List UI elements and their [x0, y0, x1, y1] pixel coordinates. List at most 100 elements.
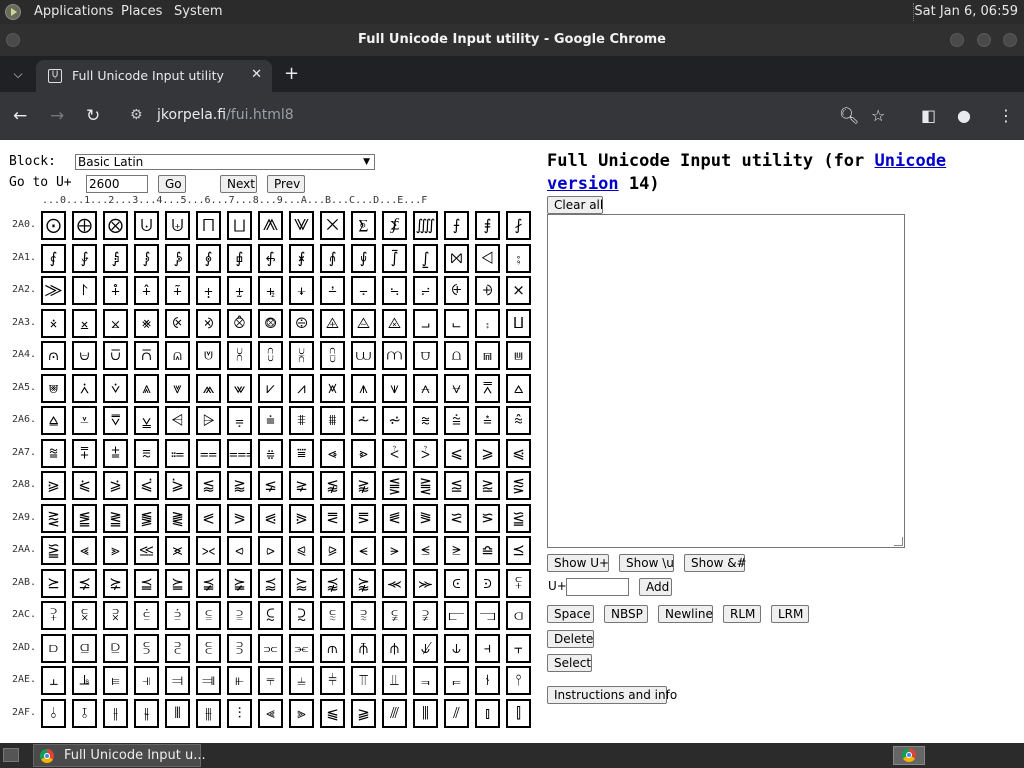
- char-cell[interactable]: ⫻: [382, 698, 407, 728]
- char-cell[interactable]: ⫚: [351, 633, 376, 663]
- char-cell[interactable]: ⫠: [41, 666, 66, 695]
- char-cell[interactable]: ⩚: [351, 373, 376, 403]
- char-cell[interactable]: ⩘: [289, 373, 314, 403]
- char-cell[interactable]: ⨁: [72, 211, 97, 240]
- char-cell[interactable]: ⪨: [289, 536, 314, 565]
- char-cell[interactable]: ⩃: [134, 341, 159, 370]
- char-cell[interactable]: ⨃: [134, 211, 159, 240]
- char-cell[interactable]: ⫸: [289, 698, 314, 728]
- char-cell[interactable]: ⫛: [382, 633, 407, 663]
- url-text[interactable]: jkorpela.fi/fui.html8: [157, 107, 294, 123]
- char-cell[interactable]: ⨂: [103, 211, 128, 240]
- char-cell[interactable]: ⨽: [444, 308, 469, 338]
- char-cell[interactable]: ⨜: [413, 243, 438, 273]
- char-cell[interactable]: ⪼: [413, 568, 438, 598]
- char-cell[interactable]: ⪍: [444, 471, 469, 500]
- char-cell[interactable]: ⫖: [227, 633, 252, 663]
- char-cell[interactable]: ⨩: [320, 276, 345, 305]
- char-cell[interactable]: ⩭: [444, 406, 469, 435]
- char-cell[interactable]: ⪉: [320, 471, 345, 500]
- char-cell[interactable]: ⨒: [103, 243, 128, 273]
- char-cell[interactable]: ⫃: [134, 601, 159, 630]
- char-cell[interactable]: ⫱: [72, 698, 97, 728]
- char-cell[interactable]: ⩮: [475, 406, 500, 435]
- char-cell[interactable]: ⫲: [103, 698, 128, 728]
- char-cell[interactable]: ⩐: [41, 373, 66, 403]
- char-cell[interactable]: ⫙: [320, 633, 345, 663]
- lrm-button[interactable]: LRM: [771, 605, 809, 623]
- char-cell[interactable]: ⨚: [351, 243, 376, 273]
- menu-applications[interactable]: Applications: [34, 4, 113, 19]
- char-cell[interactable]: ⫓: [134, 633, 159, 663]
- char-cell[interactable]: ⨓: [134, 243, 159, 273]
- char-cell[interactable]: ⪃: [134, 471, 159, 500]
- side-panel-icon[interactable]: ◧: [921, 106, 936, 126]
- char-cell[interactable]: ⩹: [320, 438, 345, 468]
- char-cell[interactable]: ⨥: [196, 276, 221, 305]
- instructions-button[interactable]: Instructions and info: [547, 686, 677, 704]
- char-cell[interactable]: ⨦: [227, 276, 252, 305]
- char-cell[interactable]: ⩺: [351, 438, 376, 468]
- back-arrow-icon[interactable]: ←: [13, 106, 27, 126]
- char-cell[interactable]: ⩅: [196, 341, 221, 370]
- char-cell[interactable]: ⩻: [382, 438, 407, 468]
- char-cell[interactable]: ⪒: [103, 503, 128, 533]
- char-cell[interactable]: ⫨: [289, 666, 314, 695]
- char-cell[interactable]: ⪘: [289, 503, 314, 533]
- char-cell[interactable]: ⫪: [351, 666, 376, 695]
- char-cell[interactable]: ⪁: [72, 471, 97, 500]
- show-uplus-button[interactable]: Show U+: [547, 554, 609, 572]
- char-cell[interactable]: ⨲: [103, 308, 128, 338]
- char-cell[interactable]: ⪂: [103, 471, 128, 500]
- char-cell[interactable]: ⨊: [351, 211, 376, 240]
- char-cell[interactable]: ⫵: [196, 698, 221, 728]
- nbsp-button[interactable]: NBSP: [604, 605, 648, 623]
- char-cell[interactable]: ⩑: [72, 373, 97, 403]
- char-cell[interactable]: ⨱: [72, 308, 97, 338]
- char-cell[interactable]: ⩪: [351, 406, 376, 435]
- tab-active[interactable]: Ụ Full Unicode Input utility ✕: [36, 60, 272, 92]
- tune-icon[interactable]: ⚙: [130, 107, 143, 123]
- maximize-button[interactable]: [977, 33, 991, 47]
- char-cell[interactable]: ⪫: [382, 536, 407, 565]
- char-cell[interactable]: ⫹: [320, 698, 345, 728]
- char-cell[interactable]: ⨺: [351, 308, 376, 338]
- char-cell[interactable]: ⨠: [41, 276, 66, 305]
- char-cell[interactable]: ⨏: [506, 211, 531, 240]
- menu-system[interactable]: System: [174, 4, 222, 19]
- char-cell[interactable]: ⪿: [506, 568, 531, 598]
- char-cell[interactable]: ⪟: [506, 503, 531, 533]
- char-cell[interactable]: ⨪: [351, 276, 376, 305]
- char-cell[interactable]: ⫝: [444, 633, 469, 663]
- char-cell[interactable]: ⨇: [258, 211, 283, 240]
- char-cell[interactable]: ⩆: [227, 341, 252, 370]
- space-button[interactable]: Space: [547, 605, 594, 623]
- char-cell[interactable]: ⩞: [475, 373, 500, 403]
- char-cell[interactable]: ⨞: [475, 243, 500, 273]
- char-cell[interactable]: ⫣: [134, 666, 159, 695]
- char-cell[interactable]: ⩡: [72, 406, 97, 435]
- char-cell[interactable]: ⩾: [475, 438, 500, 468]
- zoom-icon[interactable]: 🔍︎: [839, 106, 859, 126]
- char-cell[interactable]: ⩎: [475, 341, 500, 370]
- char-cell[interactable]: ⨋: [382, 211, 407, 240]
- char-cell[interactable]: ⩌: [413, 341, 438, 370]
- char-cell[interactable]: ⪖: [227, 503, 252, 533]
- char-cell[interactable]: ⫳: [134, 698, 159, 728]
- clock[interactable]: Sat Jan 6, 06:59: [914, 4, 1018, 19]
- select-button[interactable]: Select: [547, 654, 592, 672]
- char-cell[interactable]: ⨟: [506, 243, 531, 273]
- char-cell[interactable]: ⩛: [382, 373, 407, 403]
- char-cell[interactable]: ⩝: [444, 373, 469, 403]
- char-cell[interactable]: ⪏: [506, 471, 531, 500]
- char-cell[interactable]: ⩨: [289, 406, 314, 435]
- char-cell[interactable]: ⪊: [351, 471, 376, 500]
- char-cell[interactable]: ⪭: [444, 536, 469, 565]
- profile-icon[interactable]: ●: [957, 106, 971, 126]
- char-cell[interactable]: ⩬: [413, 406, 438, 435]
- uplus-input[interactable]: [566, 578, 629, 596]
- char-cell[interactable]: ⨍: [444, 211, 469, 240]
- char-cell[interactable]: ⩷: [258, 438, 283, 468]
- char-cell[interactable]: ⪢: [103, 536, 128, 565]
- block-select[interactable]: Basic Latin ▼: [75, 154, 375, 170]
